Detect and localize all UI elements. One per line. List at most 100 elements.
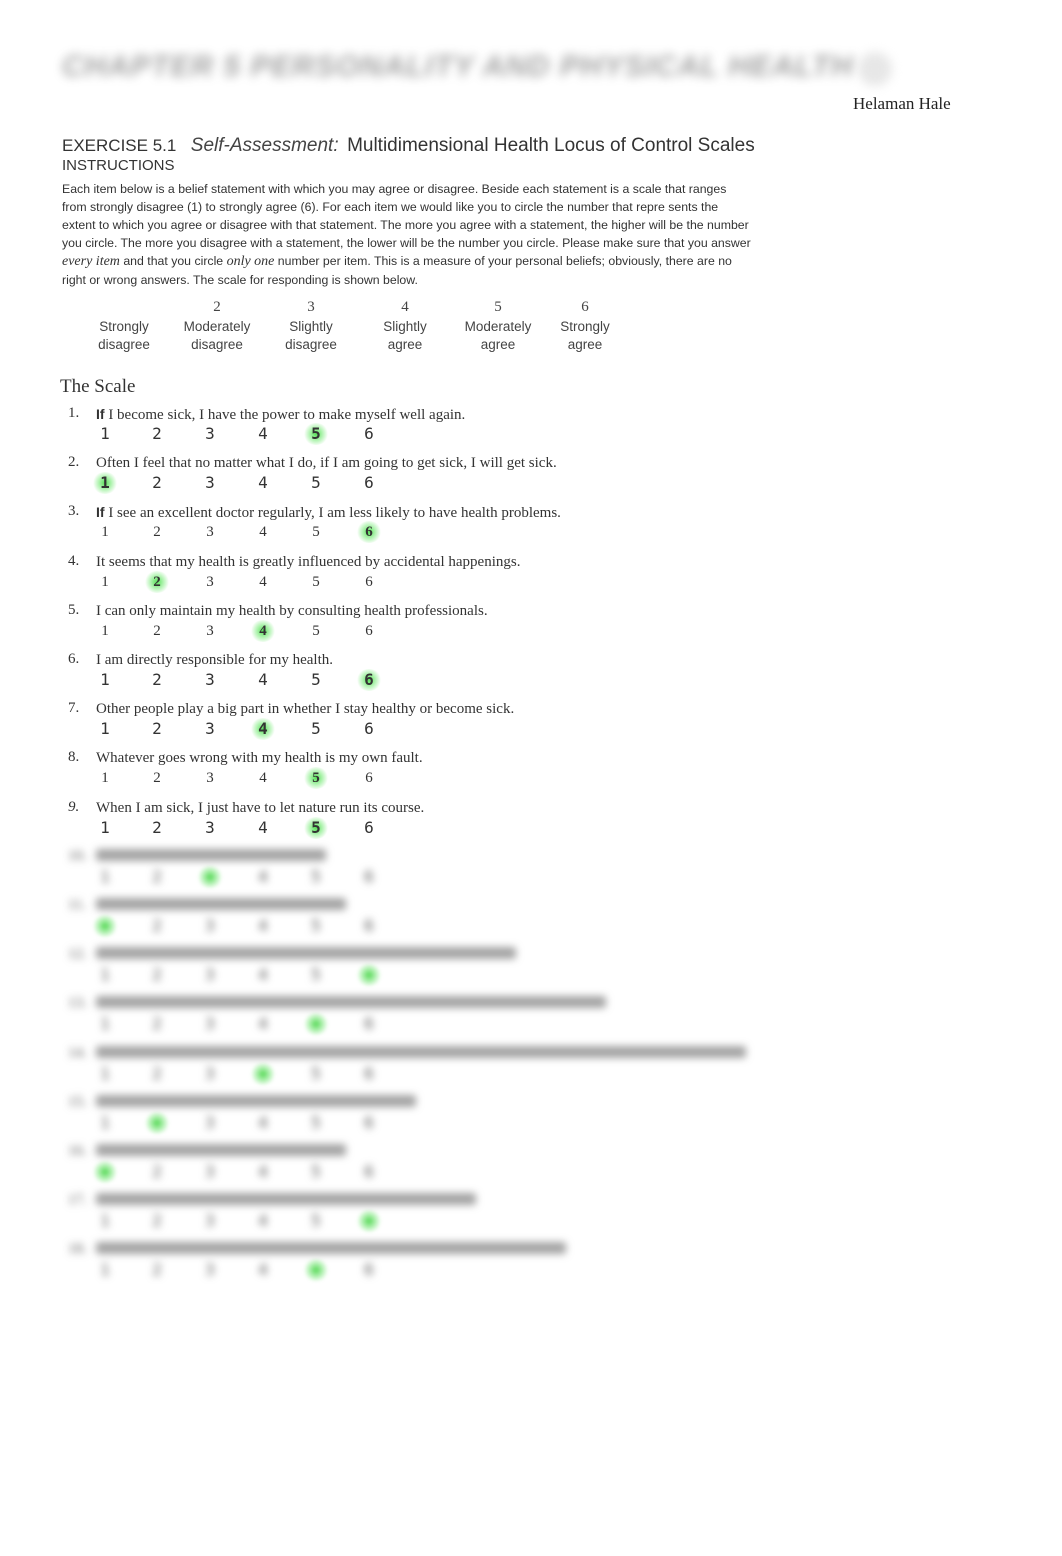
rating-option[interactable]: 5 (303, 472, 329, 494)
rating-option[interactable]: 3 (197, 669, 223, 691)
rating-option-selected[interactable]: 4 (250, 718, 276, 741)
rating-option[interactable]: 3 (197, 571, 223, 593)
rating-option[interactable]: 6 (356, 767, 382, 789)
rating-option[interactable]: 4 (250, 964, 276, 986)
rating-option[interactable]: 1 (92, 866, 118, 888)
rating-option[interactable]: 6 (356, 620, 382, 642)
rating-option[interactable]: 1 (92, 423, 118, 445)
rating-option[interactable]: 1 (92, 1259, 118, 1281)
rating-option[interactable]: 5 (303, 718, 329, 740)
rating-option[interactable]: 3 (197, 1259, 223, 1281)
rating-option[interactable]: 6 (356, 1063, 382, 1085)
rating-option[interactable]: 3 (197, 1112, 223, 1134)
rating-option-selected[interactable]: 5 (303, 816, 329, 839)
rating-option[interactable]: 2 (144, 718, 170, 740)
rating-option[interactable]: 4 (250, 571, 276, 593)
rating-option[interactable]: 5 (303, 620, 329, 642)
rating-option[interactable]: 4 (250, 915, 276, 937)
rating-option[interactable]: 6 (356, 1112, 382, 1134)
rating-option[interactable]: 4 (250, 767, 276, 789)
rating-option[interactable]: 6 (356, 915, 382, 937)
rating-option-selected[interactable]: 6 (356, 1210, 382, 1233)
rating-option-selected[interactable]: 4 (250, 619, 276, 642)
rating-option[interactable]: 3 (197, 718, 223, 740)
rating-option[interactable]: 6 (356, 866, 382, 888)
rating-option[interactable]: 2 (144, 1063, 170, 1085)
rating-option[interactable]: 2 (144, 1210, 170, 1232)
rating-option[interactable]: 2 (144, 669, 170, 691)
rating-option[interactable]: 1 (92, 718, 118, 740)
rating-option[interactable]: 2 (144, 472, 170, 494)
rating-option[interactable]: 3 (197, 620, 223, 642)
rating-option[interactable]: 2 (144, 866, 170, 888)
rating-option[interactable]: 5 (303, 1063, 329, 1085)
rating-option[interactable]: 1 (92, 964, 118, 986)
rating-option[interactable]: 6 (356, 571, 382, 593)
rating-option[interactable]: 3 (197, 915, 223, 937)
rating-option[interactable]: 2 (144, 1259, 170, 1281)
rating-option-selected[interactable]: 5 (303, 1259, 329, 1282)
rating-option-selected[interactable]: 2 (144, 570, 170, 593)
rating-option[interactable]: 1 (92, 521, 118, 543)
rating-option[interactable]: 1 (92, 571, 118, 593)
rating-option[interactable]: 1 (92, 1013, 118, 1035)
rating-option[interactable]: 4 (250, 866, 276, 888)
rating-option[interactable]: 3 (197, 817, 223, 839)
rating-option-selected[interactable]: 1 (92, 915, 118, 937)
rating-option-selected[interactable]: 2 (144, 1111, 170, 1134)
rating-option[interactable]: 6 (356, 817, 382, 839)
rating-option[interactable]: 5 (303, 866, 329, 888)
rating-option[interactable]: 1 (92, 620, 118, 642)
rating-option[interactable]: 5 (303, 521, 329, 543)
rating-option[interactable]: 3 (197, 472, 223, 494)
rating-option[interactable]: 3 (197, 767, 223, 789)
rating-option[interactable]: 2 (144, 964, 170, 986)
rating-option-selected[interactable]: 1 (92, 1161, 118, 1183)
rating-option[interactable]: 4 (250, 1161, 276, 1183)
rating-option[interactable]: 2 (144, 423, 170, 445)
rating-option[interactable]: 5 (303, 571, 329, 593)
rating-option[interactable]: 4 (250, 1013, 276, 1035)
rating-option[interactable]: 3 (197, 964, 223, 986)
rating-option[interactable]: 4 (250, 472, 276, 494)
rating-option-selected[interactable]: 6 (356, 521, 382, 544)
rating-option[interactable]: 5 (303, 1112, 329, 1134)
rating-option-selected[interactable]: 4 (250, 1062, 276, 1085)
rating-option[interactable]: 4 (250, 1112, 276, 1134)
rating-option[interactable]: 6 (356, 472, 382, 494)
rating-option[interactable]: 1 (92, 669, 118, 691)
rating-option[interactable]: 5 (303, 1161, 329, 1183)
rating-option[interactable]: 5 (303, 669, 329, 691)
rating-option[interactable]: 2 (144, 767, 170, 789)
rating-option[interactable]: 3 (197, 521, 223, 543)
rating-option[interactable]: 3 (197, 1210, 223, 1232)
rating-option-selected[interactable]: 5 (303, 1013, 329, 1036)
rating-option-selected[interactable]: 5 (303, 423, 329, 445)
rating-option[interactable]: 5 (303, 964, 329, 986)
rating-option[interactable]: 6 (356, 1161, 382, 1183)
rating-option[interactable]: 6 (356, 1259, 382, 1281)
rating-option[interactable]: 2 (144, 1161, 170, 1183)
rating-option[interactable]: 3 (197, 423, 223, 445)
rating-option[interactable]: 1 (92, 1210, 118, 1232)
rating-option[interactable]: 5 (303, 1210, 329, 1232)
rating-option-selected[interactable]: 6 (356, 964, 382, 987)
rating-option[interactable]: 1 (92, 1063, 118, 1085)
rating-option[interactable]: 1 (92, 767, 118, 789)
rating-option-selected[interactable]: 6 (356, 669, 382, 691)
rating-option[interactable]: 3 (197, 1161, 223, 1183)
rating-option[interactable]: 4 (250, 423, 276, 445)
rating-option[interactable]: 6 (356, 423, 382, 445)
rating-option[interactable]: 3 (197, 1063, 223, 1085)
rating-option[interactable]: 4 (250, 521, 276, 543)
rating-option[interactable]: 6 (356, 1013, 382, 1035)
rating-option[interactable]: 6 (356, 718, 382, 740)
rating-option[interactable]: 1 (92, 1112, 118, 1134)
rating-option[interactable]: 1 (92, 817, 118, 839)
rating-option-selected[interactable]: 1 (92, 472, 118, 495)
rating-option-selected[interactable]: 3 (197, 865, 223, 888)
rating-option-selected[interactable]: 5 (303, 767, 329, 790)
rating-option[interactable]: 2 (144, 521, 170, 543)
rating-option[interactable]: 4 (250, 1210, 276, 1232)
rating-option[interactable]: 2 (144, 1013, 170, 1035)
